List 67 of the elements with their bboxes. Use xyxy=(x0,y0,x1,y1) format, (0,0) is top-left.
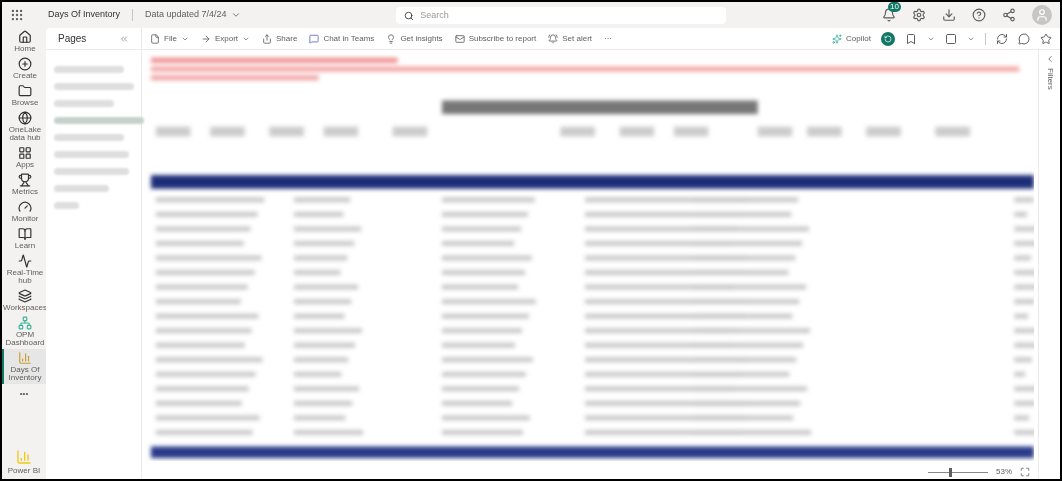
search-field[interactable]: Search xyxy=(396,6,727,24)
download-icon[interactable] xyxy=(942,8,956,22)
bookmark-icon[interactable] xyxy=(905,32,917,45)
report-name: Days Of Inventory xyxy=(48,8,121,22)
home-icon xyxy=(18,30,32,44)
toolbar-button[interactable]: Set alert xyxy=(562,32,592,45)
lightbulb-icon xyxy=(386,33,397,44)
nav-item[interactable]: OneLake data hub xyxy=(2,109,46,144)
copilot-button[interactable]: Copilot xyxy=(846,32,871,45)
toolbar-button[interactable]: Subscribe to report xyxy=(468,32,537,45)
toolbar-button[interactable]: Share xyxy=(276,32,298,45)
nav-item[interactable]: Real-Time hub xyxy=(2,252,46,287)
file-icon xyxy=(150,33,160,44)
fit-icon[interactable] xyxy=(1020,467,1030,477)
filters-pane-title[interactable]: Filters xyxy=(1043,68,1056,90)
plus-icon xyxy=(18,57,32,71)
chat-icon xyxy=(309,33,320,44)
nav-item[interactable]: Browse xyxy=(2,82,46,109)
bell-icon xyxy=(548,33,559,44)
view-icon[interactable] xyxy=(945,32,957,45)
toolbar-button[interactable]: Export xyxy=(214,32,238,45)
comment-icon[interactable] xyxy=(1018,32,1030,45)
bar-chart-icon xyxy=(18,351,32,365)
nav-item[interactable]: Days Of Inventory xyxy=(2,349,46,384)
logo-icon xyxy=(16,449,32,465)
caret-icon[interactable] xyxy=(230,10,241,20)
trophy-icon xyxy=(18,173,32,187)
product-name: Power BI xyxy=(7,465,41,477)
notification-count: 10 xyxy=(888,2,901,12)
more-button[interactable]: ••• xyxy=(19,388,29,400)
nav-item[interactable]: Home xyxy=(2,28,46,55)
nav-item[interactable]: Workspaces xyxy=(2,287,46,314)
nav-item[interactable]: OPM Dashboard xyxy=(2,314,46,349)
toolbar-button[interactable]: Chat in Teams xyxy=(323,32,375,45)
copilot-icon xyxy=(832,33,843,44)
collapse-icon[interactable] xyxy=(119,33,129,44)
share-icon xyxy=(262,33,272,44)
share-icon[interactable] xyxy=(1002,8,1016,22)
refresh-icon[interactable] xyxy=(996,32,1008,45)
reset-icon[interactable] xyxy=(881,31,895,46)
settings-icon[interactable] xyxy=(912,8,926,22)
notifications-icon[interactable] xyxy=(882,8,896,22)
folder-icon xyxy=(18,84,32,98)
nav-item[interactable]: Apps xyxy=(2,144,46,171)
pages-title: Pages xyxy=(58,32,87,46)
pulse-icon xyxy=(18,254,32,268)
gauge-icon xyxy=(18,200,32,214)
data-updated-dropdown[interactable]: Data updated 7/4/24 xyxy=(145,8,227,22)
mail-icon xyxy=(454,33,465,44)
nav-item[interactable]: Create xyxy=(2,55,46,82)
avatar[interactable] xyxy=(1032,5,1052,25)
favorite-icon[interactable] xyxy=(1040,32,1052,45)
nav-item[interactable]: Learn xyxy=(2,225,46,252)
app-launcher-icon[interactable] xyxy=(10,8,24,22)
more-button[interactable]: ··· xyxy=(604,32,612,45)
network-icon xyxy=(18,316,32,330)
globe-icon xyxy=(18,111,32,125)
nav-item[interactable]: Monitor xyxy=(2,198,46,225)
toolbar-button[interactable]: File xyxy=(164,32,177,45)
book-icon xyxy=(18,227,32,241)
nav-item[interactable]: Metrics xyxy=(2,171,46,198)
toolbar-button[interactable]: Get insights xyxy=(400,32,443,45)
zoom-reading: 53% xyxy=(996,466,1012,478)
layers-icon xyxy=(18,289,32,303)
help-icon[interactable] xyxy=(972,8,986,22)
arrow-icon xyxy=(200,33,211,44)
grid-icon xyxy=(18,146,32,160)
